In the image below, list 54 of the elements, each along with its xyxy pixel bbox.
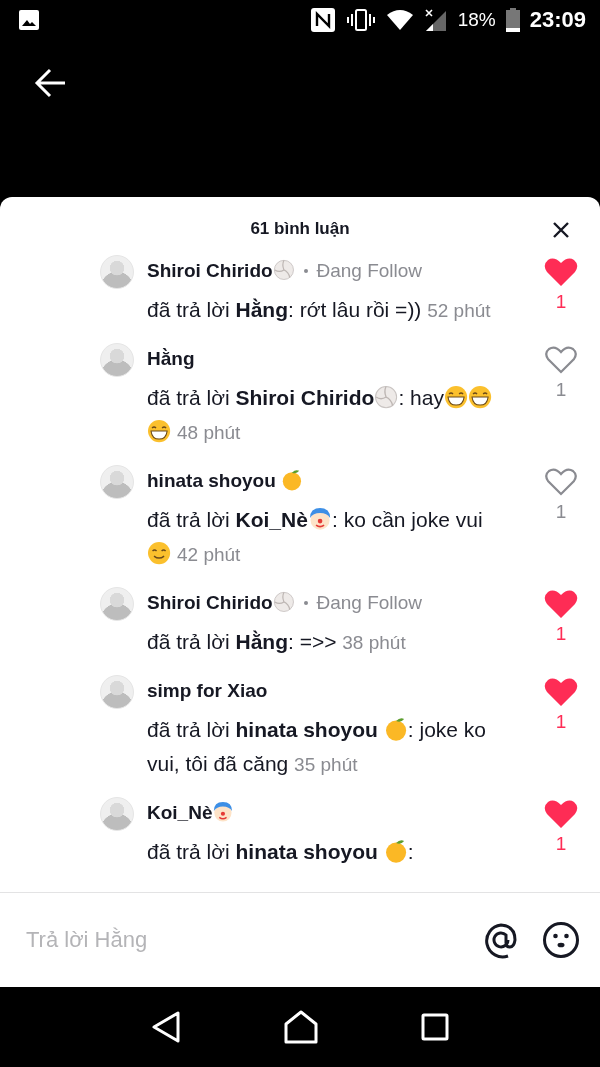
- home-icon[interactable]: [284, 1010, 318, 1044]
- back-icon[interactable]: [151, 1011, 182, 1043]
- back-arrow-icon[interactable]: [34, 66, 68, 100]
- volleyball-emoji-icon: [272, 591, 295, 614]
- heart-icon[interactable]: [544, 467, 578, 497]
- citrus-emoji-icon: [383, 839, 408, 864]
- sheet-title: 61 bình luận: [250, 219, 350, 239]
- citrus-emoji-icon: [383, 717, 408, 742]
- like-count: 1: [555, 500, 567, 524]
- username[interactable]: simp for Xiao: [147, 680, 268, 702]
- comment-text: đã trả lời Koi_Nè : ko cần joke vui 42 phút: [147, 506, 484, 568]
- reply-field[interactable]: Trả lời Hằng: [26, 927, 460, 953]
- close-icon[interactable]: [552, 221, 570, 239]
- smile-emoji-icon: [147, 541, 172, 566]
- battery-icon: [505, 8, 520, 32]
- volleyball-emoji-icon: [272, 259, 295, 282]
- username[interactable]: Shiroi Chirido: [147, 591, 295, 615]
- laughing-emoji-icon: [444, 385, 469, 410]
- signal-icon: [423, 8, 448, 32]
- heart-icon[interactable]: [544, 257, 578, 287]
- comment-text: đã trả lời hinata shoyou : joke ko vui, tôi đã căng 35 phút: [147, 716, 488, 777]
- nfc-icon: [309, 7, 336, 33]
- like-count: 1: [555, 832, 567, 856]
- follow-status: Đang Follow: [316, 260, 423, 282]
- laughing-emoji-icon: [468, 385, 493, 410]
- wifi-icon: [385, 9, 414, 31]
- clown-emoji-icon: [212, 801, 235, 824]
- comment-text: đã trả lời Shiroi Chirido : hay 48 phút: [147, 381, 503, 450]
- like-count: 1: [555, 710, 567, 734]
- heart-icon[interactable]: [544, 799, 578, 829]
- citrus-emoji-icon: [281, 469, 303, 492]
- comment-text: đã trả lời Hằng: rớt lâu rồi =)) 52 phút: [147, 297, 492, 323]
- image-icon: [18, 9, 40, 31]
- battery-percent: 18%: [457, 9, 496, 31]
- clock: 23:09: [529, 7, 586, 33]
- heart-icon[interactable]: [544, 345, 578, 375]
- heart-icon[interactable]: [544, 677, 578, 707]
- follow-status: Đang Follow: [316, 592, 423, 614]
- username[interactable]: Shiroi Chirido: [147, 259, 295, 283]
- laughing-emoji-icon: [147, 419, 172, 444]
- clown-emoji-icon: [307, 507, 332, 532]
- username[interactable]: hinata shoyou: [147, 469, 303, 493]
- volleyball-emoji-icon: [374, 385, 399, 410]
- emoji-icon[interactable]: [542, 921, 580, 959]
- comment-text: đã trả lời hinata shoyou :: [147, 838, 415, 866]
- comment-text: đã trả lời Hằng: =>> 38 phút: [147, 629, 407, 655]
- username[interactable]: Hằng: [147, 348, 195, 370]
- heart-icon[interactable]: [544, 589, 578, 619]
- like-count: 1: [555, 622, 567, 646]
- vibrate-icon: [345, 8, 376, 32]
- like-count: 1: [555, 290, 567, 314]
- recents-icon[interactable]: [420, 1013, 449, 1041]
- like-count: 1: [555, 378, 567, 402]
- username[interactable]: Koi_Nè: [147, 801, 235, 825]
